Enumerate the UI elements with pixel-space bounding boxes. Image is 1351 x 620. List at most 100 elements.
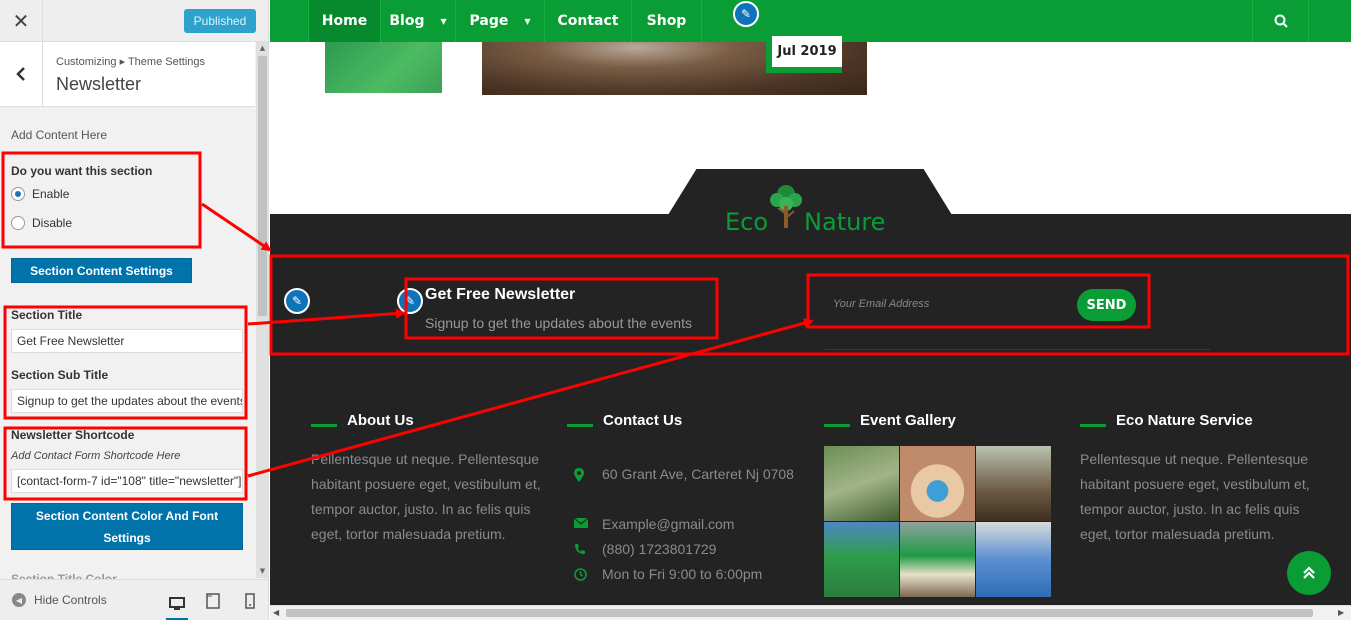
heading-accent-bar bbox=[824, 424, 850, 427]
gallery-image[interactable] bbox=[900, 446, 975, 521]
phone-text: (880) 1723801729 bbox=[602, 541, 717, 557]
customizer-footer: ◀ Hide Controls bbox=[0, 579, 268, 620]
blog-thumbnail-image[interactable] bbox=[325, 42, 442, 93]
about-us-title: About Us bbox=[347, 412, 414, 429]
newsletter-divider bbox=[825, 349, 1210, 350]
collapse-arrow-icon: ◀ bbox=[12, 593, 26, 607]
back-chevron-icon[interactable] bbox=[0, 42, 43, 106]
envelope-icon bbox=[574, 512, 602, 528]
logo-text-nature: Nature bbox=[804, 208, 886, 236]
section-title-label: Section Title bbox=[11, 308, 83, 322]
shortcode-input[interactable]: [contact-form-7 id="108" title="newslett… bbox=[11, 469, 243, 493]
enable-radio[interactable]: Enable bbox=[11, 187, 69, 201]
newsletter-shortcode-label: Newsletter Shortcode bbox=[11, 428, 135, 442]
panel-title: Newsletter bbox=[56, 74, 142, 94]
event-gallery-title: Event Gallery bbox=[860, 412, 956, 429]
caret-down-icon[interactable]: ▼ bbox=[524, 17, 530, 26]
send-button[interactable]: SEND bbox=[1077, 289, 1136, 321]
edit-pencil-icon[interactable]: ✎ bbox=[733, 1, 759, 27]
contact-hours: Mon to Fri 9:00 to 6:00pm bbox=[574, 562, 762, 587]
site-logo[interactable]: Eco Nature bbox=[725, 180, 885, 236]
gallery-image[interactable] bbox=[976, 446, 1051, 521]
disable-radio[interactable]: Disable bbox=[11, 216, 72, 230]
section-subtitle-label: Section Sub Title bbox=[11, 368, 109, 382]
edit-pencil-icon[interactable]: ✎ bbox=[397, 288, 423, 314]
scrollbar-thumb[interactable] bbox=[258, 56, 267, 316]
gallery-image[interactable] bbox=[900, 522, 975, 597]
section-content-settings-button[interactable]: Section Content Settings bbox=[11, 258, 192, 283]
scrollbar-thumb[interactable] bbox=[286, 609, 1313, 617]
email-text: Example@gmail.com bbox=[602, 516, 735, 532]
heading-accent-bar bbox=[567, 424, 593, 427]
nav-item-shop[interactable]: Shop bbox=[632, 0, 702, 42]
radio-checked-icon[interactable] bbox=[11, 187, 25, 201]
mobile-icon[interactable] bbox=[239, 590, 261, 612]
double-chevron-up-icon[interactable] bbox=[1287, 551, 1331, 595]
newsletter-title: Get Free Newsletter bbox=[425, 286, 576, 303]
nav-contact-label: Contact bbox=[557, 13, 619, 29]
about-us-heading: About Us bbox=[311, 412, 414, 429]
event-gallery-heading: Event Gallery bbox=[824, 412, 956, 429]
service-title: Eco Nature Service bbox=[1116, 412, 1253, 429]
search-icon[interactable] bbox=[1252, 0, 1309, 42]
section-toggle-label: Do you want this section bbox=[11, 164, 153, 178]
heading-accent-bar bbox=[1080, 424, 1106, 427]
hide-controls-label: Hide Controls bbox=[34, 593, 107, 607]
nav-item-contact[interactable]: Contact bbox=[545, 0, 632, 42]
nav-blog-label: Blog bbox=[389, 13, 425, 29]
contact-email[interactable]: Example@gmail.com bbox=[574, 512, 734, 537]
event-gallery-grid bbox=[824, 446, 1051, 597]
service-text: Pellentesque ut neque. Pellentesque habi… bbox=[1080, 451, 1310, 542]
disable-label: Disable bbox=[32, 216, 73, 230]
published-button[interactable]: Published bbox=[184, 9, 256, 33]
address-text: 60 Grant Ave, Carteret Nj 0708 bbox=[602, 466, 794, 482]
horizontal-scrollbar[interactable]: ◀ ▶ bbox=[270, 605, 1351, 620]
desktop-icon[interactable] bbox=[166, 590, 188, 620]
gallery-image[interactable] bbox=[824, 522, 899, 597]
radio-unchecked-icon[interactable] bbox=[11, 216, 25, 230]
nav-home-label: Home bbox=[321, 13, 368, 29]
clock-icon bbox=[574, 562, 602, 581]
nav-page-label: Page bbox=[469, 13, 509, 29]
scroll-up-arrow-icon[interactable]: ▲ bbox=[258, 44, 267, 53]
scroll-right-arrow-icon[interactable]: ▶ bbox=[1338, 608, 1344, 617]
date-badge: Jul 2019 bbox=[766, 36, 842, 73]
gallery-image[interactable] bbox=[824, 446, 899, 521]
breadcrumb: Customizing ▸ Theme Settings bbox=[56, 56, 205, 68]
tablet-icon[interactable] bbox=[202, 590, 224, 612]
logo-text-eco: Eco bbox=[725, 208, 769, 236]
section-title-input[interactable]: Get Free Newsletter bbox=[11, 329, 243, 353]
newsletter-form: Your Email Address SEND bbox=[815, 284, 1210, 326]
hours-text: Mon to Fri 9:00 to 6:00pm bbox=[602, 566, 763, 582]
nav-item-blog[interactable]: Blog ▼ bbox=[381, 0, 456, 42]
shortcode-description: Add Contact Form Shortcode Here bbox=[11, 450, 181, 462]
map-marker-icon bbox=[574, 462, 602, 482]
scroll-down-arrow-icon[interactable]: ▼ bbox=[258, 567, 267, 576]
sidebar-scrollbar[interactable]: ▲ ▼ bbox=[256, 42, 268, 578]
service-heading: Eco Nature Service bbox=[1080, 412, 1253, 429]
close-icon[interactable]: ✕ bbox=[0, 0, 43, 42]
nav-item-home[interactable]: Home bbox=[308, 0, 381, 42]
color-font-settings-button[interactable]: Section Content Color And Font Settings bbox=[11, 503, 243, 550]
edit-pencil-icon[interactable]: ✎ bbox=[284, 288, 310, 314]
scroll-left-arrow-icon[interactable]: ◀ bbox=[273, 608, 279, 617]
caret-down-icon[interactable]: ▼ bbox=[440, 17, 446, 26]
phone-icon bbox=[574, 537, 602, 555]
gallery-image[interactable] bbox=[976, 522, 1051, 597]
nav-item-page[interactable]: Page ▼ bbox=[456, 0, 545, 42]
enable-label: Enable bbox=[32, 187, 70, 201]
contact-address: 60 Grant Ave, Carteret Nj 0708 bbox=[574, 462, 794, 487]
tree-logo-icon bbox=[770, 185, 803, 228]
panel-header: Customizing ▸ Theme Settings Newsletter bbox=[0, 42, 255, 107]
email-input[interactable]: Your Email Address bbox=[833, 298, 929, 310]
add-content-label: Add Content Here bbox=[11, 128, 108, 142]
newsletter-subtitle: Signup to get the updates about the even… bbox=[425, 315, 692, 331]
section-subtitle-input[interactable]: Signup to get the updates about the even… bbox=[11, 389, 243, 413]
about-us-text: Pellentesque ut neque. Pellentesque habi… bbox=[311, 451, 541, 542]
contact-us-heading: Contact Us bbox=[567, 412, 682, 429]
hide-controls-button[interactable]: ◀ Hide Controls bbox=[12, 593, 107, 607]
contact-us-title: Contact Us bbox=[603, 412, 683, 429]
customizer-sidebar: ✕ Published Customizing ▸ Theme Settings… bbox=[0, 0, 269, 620]
site-preview: Home Blog ▼ Page ▼ Contact Shop ✎ Jul 2019… bbox=[270, 0, 1351, 620]
contact-phone[interactable]: (880) 1723801729 bbox=[574, 537, 716, 562]
